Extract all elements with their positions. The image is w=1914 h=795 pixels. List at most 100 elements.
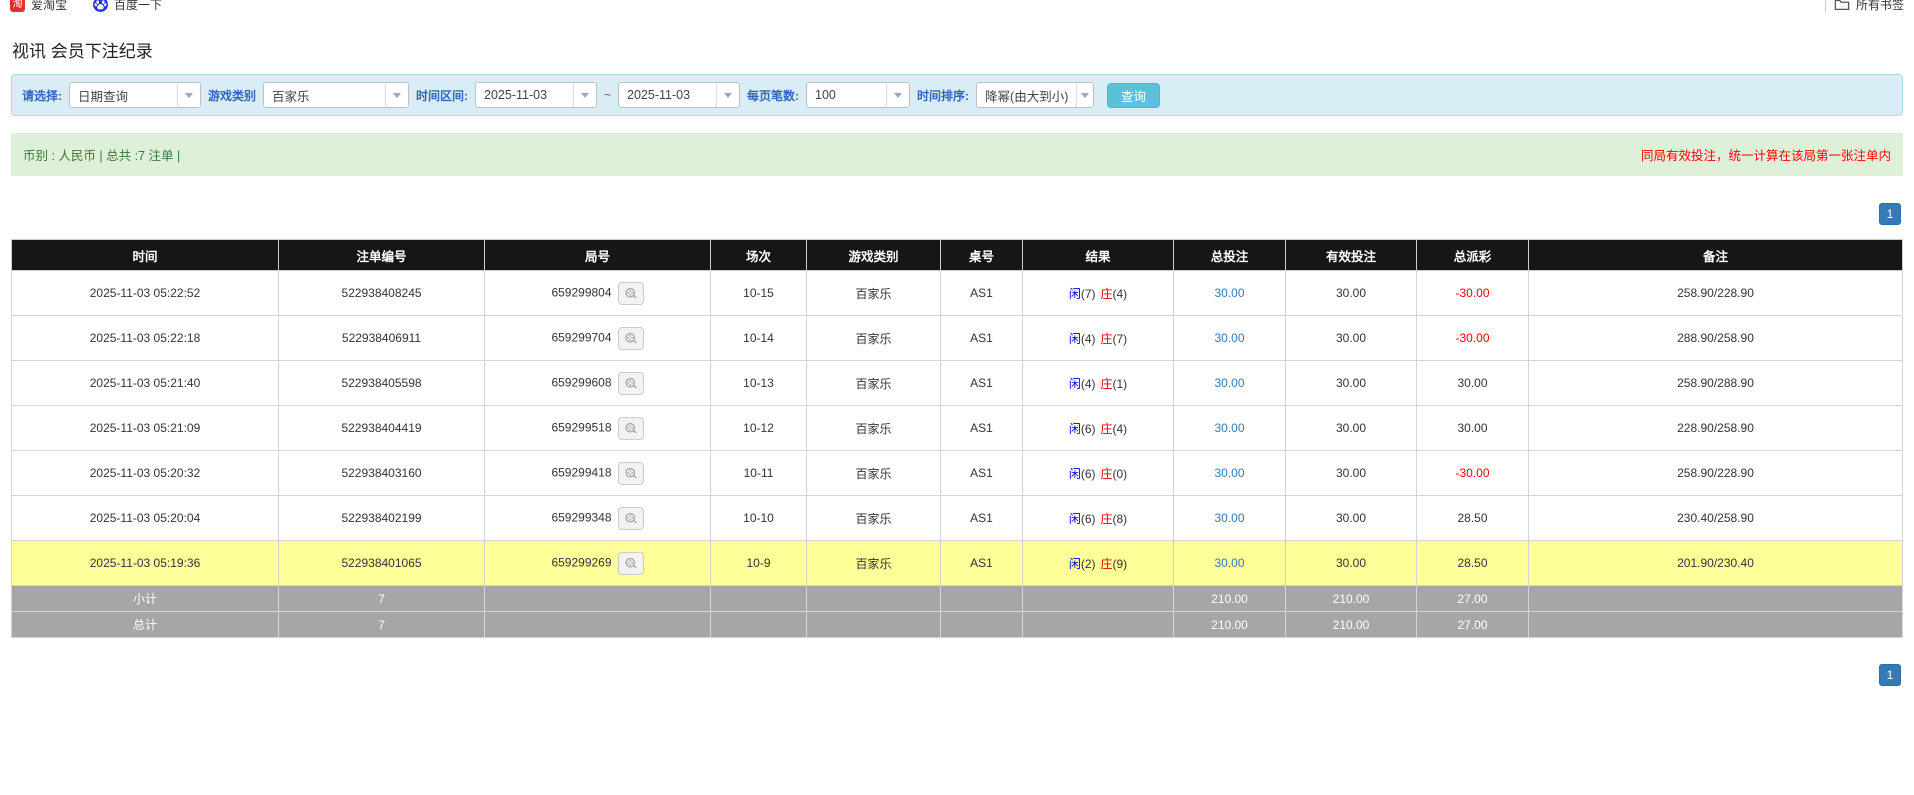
video-replay-button[interactable]: [617, 281, 644, 305]
cell-session: 10-9: [710, 540, 807, 586]
chevron-down-icon[interactable]: [385, 83, 409, 107]
page-size-select[interactable]: 100: [806, 82, 911, 108]
table-row: 2025-11-03 05:19:36 522938401065 6592992…: [11, 540, 1903, 586]
table-body: 2025-11-03 05:22:52 522938408245 6592998…: [11, 270, 1903, 638]
cell-result: 闲(6) 庄(4): [1022, 405, 1174, 451]
cell-result: 闲(6) 庄(0): [1022, 450, 1174, 496]
table-row: 2025-11-03 05:21:40 522938405598 6592996…: [11, 360, 1903, 406]
cell-remark: 258.90/228.90: [1528, 270, 1903, 316]
header-total-bet: 总投注: [1173, 239, 1286, 271]
cell-valid-bet: 30.00: [1285, 315, 1417, 361]
cell-game-type: 百家乐: [806, 315, 941, 361]
result-banker-label: 庄: [1100, 466, 1113, 481]
cell-remark: 201.90/230.40: [1528, 540, 1903, 586]
cell-time: 2025-11-03 05:20:04: [11, 495, 279, 541]
cell-total-bet[interactable]: 30.00: [1173, 360, 1286, 406]
cell-round-id: 659299704: [484, 315, 711, 361]
cell-summary-count: 7: [278, 611, 485, 638]
cell-bet-id: 522938401065: [278, 540, 485, 586]
page-1-button[interactable]: 1: [1879, 664, 1901, 686]
query-button[interactable]: 查询: [1107, 82, 1161, 108]
game-type-select[interactable]: 百家乐: [263, 82, 410, 108]
chevron-down-icon[interactable]: [886, 83, 910, 107]
result-player-label: 闲: [1068, 421, 1081, 436]
cell-total-bet[interactable]: 30.00: [1173, 315, 1286, 361]
cell-payout: -30.00: [1416, 315, 1529, 361]
cell-result: 闲(7) 庄(4): [1022, 270, 1174, 316]
all-bookmarks-button[interactable]: 所有书签: [1834, 0, 1904, 13]
cell-total-bet[interactable]: 30.00: [1173, 495, 1286, 541]
cell-table-no: AS1: [940, 495, 1023, 541]
time-range-label: 时间区间:: [416, 88, 469, 103]
cell-payout: 30.00: [1416, 360, 1529, 406]
cell-total-bet[interactable]: 30.00: [1173, 405, 1286, 451]
total-bet-link: 30.00: [1214, 376, 1245, 390]
page-1-button[interactable]: 1: [1879, 203, 1901, 225]
cell-session: 10-12: [710, 405, 807, 451]
result-player-label: 闲: [1068, 286, 1081, 301]
query-type-select[interactable]: 日期查询: [69, 82, 201, 108]
cell-remark: 258.90/288.90: [1528, 360, 1903, 406]
result-banker-score: (4): [1112, 421, 1128, 436]
cell-valid-bet: 30.00: [1285, 405, 1417, 451]
date-from-value: 2025-11-03: [484, 88, 548, 102]
cell-empty: [806, 611, 941, 638]
cell-valid-bet: 30.00: [1285, 495, 1417, 541]
date-from-input[interactable]: 2025-11-03: [475, 82, 598, 108]
cell-total-bet[interactable]: 30.00: [1173, 450, 1286, 496]
cell-time: 2025-11-03 05:21:09: [11, 405, 279, 451]
total-bet-link: 30.00: [1214, 511, 1245, 525]
cell-game-type: 百家乐: [806, 495, 941, 541]
video-replay-button[interactable]: [617, 371, 644, 395]
bookmark-aitaobao[interactable]: 淘 爱淘宝: [10, 0, 67, 13]
cell-session: 10-13: [710, 360, 807, 406]
cell-table-no: AS1: [940, 360, 1023, 406]
header-valid-bet: 有效投注: [1285, 239, 1417, 271]
cell-game-type: 百家乐: [806, 540, 941, 586]
cell-empty: [710, 611, 807, 638]
cell-session: 10-15: [710, 270, 807, 316]
cell-game-type: 百家乐: [806, 405, 941, 451]
query-type-value: 日期查询: [78, 89, 129, 104]
bookmark-baidu[interactable]: 百度一下: [93, 0, 162, 13]
result-banker-score: (4): [1112, 286, 1128, 301]
result-player-score: (4): [1080, 331, 1096, 346]
cell-total-bet[interactable]: 30.00: [1173, 270, 1286, 316]
time-sort-select[interactable]: 降幂(由大到小): [976, 82, 1095, 108]
chevron-down-icon[interactable]: [716, 83, 740, 107]
video-replay-button[interactable]: [617, 326, 644, 350]
video-replay-button[interactable]: [617, 416, 644, 440]
cell-payout: 30.00: [1416, 405, 1529, 451]
cell-valid-bet: 30.00: [1285, 540, 1417, 586]
cell-summary-label: 总计: [11, 611, 279, 638]
cell-bet-id: 522938403160: [278, 450, 485, 496]
video-replay-button[interactable]: [617, 461, 644, 485]
chevron-down-icon[interactable]: [177, 83, 200, 107]
time-sort-value: 降幂(由大到小): [985, 89, 1069, 104]
cell-bet-id: 522938408245: [278, 270, 485, 316]
chevron-down-icon[interactable]: [1076, 83, 1094, 107]
bookmarks-separator: [1824, 0, 1826, 12]
header-table-no: 桌号: [940, 239, 1023, 271]
page-size-label: 每页笔数:: [747, 88, 800, 103]
cell-time: 2025-11-03 05:19:36: [11, 540, 279, 586]
cell-valid-bet: 30.00: [1285, 450, 1417, 496]
header-bet-id: 注单编号: [278, 239, 485, 271]
all-bookmarks-label: 所有书签: [1855, 0, 1904, 12]
film-reel-icon: [625, 467, 637, 478]
date-to-input[interactable]: 2025-11-03: [618, 82, 741, 108]
table-row: 2025-11-03 05:20:32 522938403160 6592994…: [11, 450, 1903, 496]
video-replay-button[interactable]: [617, 506, 644, 530]
cell-payout: 28.50: [1416, 540, 1529, 586]
chevron-down-icon[interactable]: [573, 83, 597, 107]
video-replay-button[interactable]: [617, 551, 644, 575]
result-player-score: (2): [1080, 556, 1096, 571]
table-row: 2025-11-03 05:22:52 522938408245 6592998…: [11, 270, 1903, 316]
header-payout: 总派彩: [1416, 239, 1529, 271]
result-banker-score: (9): [1112, 556, 1128, 571]
game-type-label: 游戏类别: [208, 88, 257, 103]
cell-total-bet[interactable]: 30.00: [1173, 540, 1286, 586]
result-banker-label: 庄: [1100, 556, 1113, 571]
cell-summary-total-bet: 210.00: [1173, 585, 1286, 612]
result-player-label: 闲: [1068, 376, 1081, 391]
